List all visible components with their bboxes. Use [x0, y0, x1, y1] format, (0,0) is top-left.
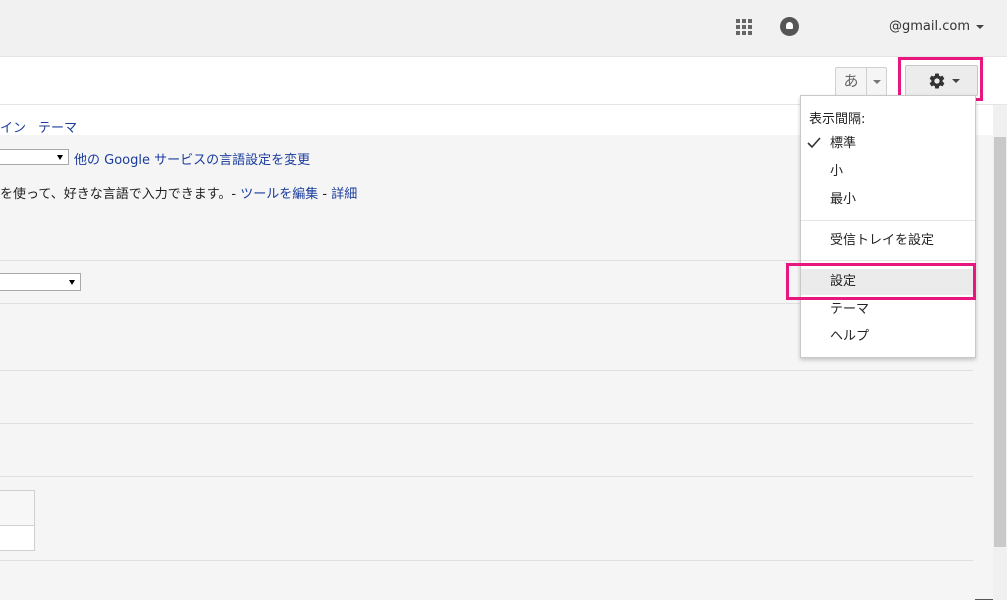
edit-tools-link[interactable]: ツールを編集	[240, 187, 318, 202]
dropdown-arrow-icon	[69, 280, 75, 285]
chevron-down-icon	[976, 24, 985, 29]
signature-input[interactable]	[0, 525, 35, 551]
input-tools-button[interactable]: あ	[835, 67, 887, 96]
input-tools-description: を使って、好きな言語で入力できます。- ツールを編集 - 詳細	[0, 183, 357, 202]
density-label: 標準	[830, 136, 857, 151]
dropdown-arrow-icon	[57, 155, 63, 160]
top-bar: @gmail.com	[0, 0, 1007, 57]
input-tools-text: を使って、好きな言語で入力できます。-	[0, 187, 241, 202]
input-tools-label: あ	[836, 68, 867, 95]
signature-box	[0, 490, 35, 551]
configure-inbox-label: 受信トレイを設定	[830, 233, 935, 248]
themes-menu-item[interactable]: テーマ	[801, 297, 975, 323]
notifications-bell-icon[interactable]	[780, 17, 799, 36]
tab-themes[interactable]: テーマ	[38, 117, 77, 136]
menu-divider	[801, 260, 975, 261]
account-email: @gmail.com	[889, 19, 971, 34]
section-divider	[0, 423, 973, 424]
language-select[interactable]	[0, 149, 69, 165]
section-divider	[0, 560, 973, 561]
settings-item-highlight	[786, 263, 976, 300]
density-compact[interactable]: 最小	[801, 187, 975, 213]
density-label: 最小	[830, 192, 857, 207]
density-label: 小	[830, 164, 844, 179]
density-comfortable[interactable]: 標準	[801, 131, 975, 157]
chevron-down-icon[interactable]	[873, 80, 881, 84]
apps-grid-icon[interactable]	[736, 19, 752, 35]
help-label: ヘルプ	[830, 329, 870, 344]
option-select[interactable]	[0, 273, 81, 291]
density-cozy[interactable]: 小	[801, 159, 975, 185]
section-divider	[0, 476, 973, 477]
details-link[interactable]: 詳細	[331, 187, 357, 202]
density-header: 表示間隔:	[809, 112, 866, 127]
other-google-language-link[interactable]: 他の Google サービスの言語設定を変更	[74, 149, 310, 168]
settings-dropdown-menu: 表示間隔: 標準 小 最小 受信トレイを設定 設定 テーマ ヘルプ	[800, 95, 976, 358]
dash-separator: -	[318, 187, 332, 202]
section-divider	[0, 370, 973, 371]
scrollbar-thumb[interactable]	[994, 137, 1006, 547]
checkmark-icon	[807, 137, 821, 149]
configure-inbox-item[interactable]: 受信トレイを設定	[801, 228, 975, 254]
tab-signin[interactable]: イン	[0, 117, 26, 136]
help-menu-item[interactable]: ヘルプ	[801, 324, 975, 350]
themes-label: テーマ	[830, 302, 870, 317]
vertical-scrollbar[interactable]	[993, 105, 1007, 600]
account-menu[interactable]: @gmail.com	[889, 19, 985, 34]
menu-divider	[801, 220, 975, 221]
